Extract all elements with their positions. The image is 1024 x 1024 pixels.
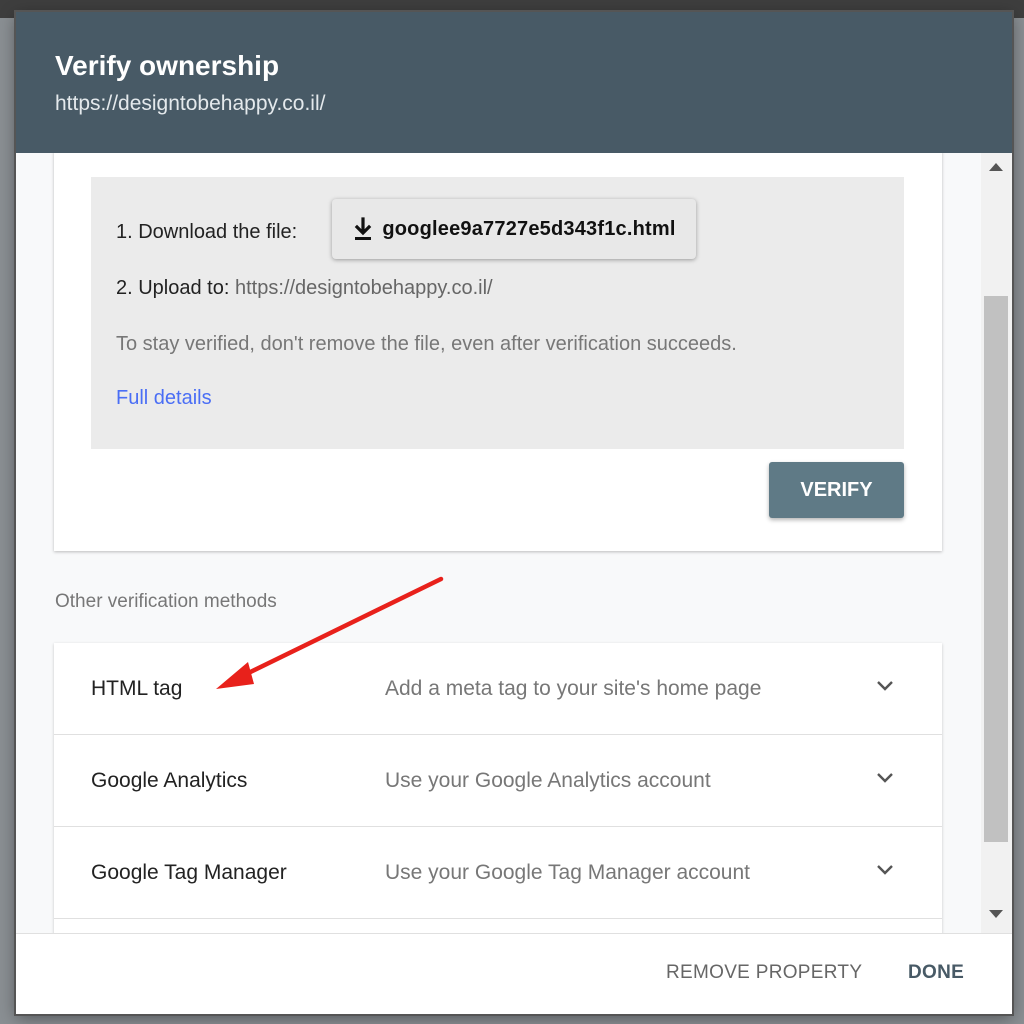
dialog-footer: REMOVE PROPERTY DONE bbox=[16, 933, 1012, 1014]
step-upload: 2. Upload to: https://designtobehappy.co… bbox=[116, 277, 493, 300]
method-description: Use your Google Analytics account bbox=[385, 769, 711, 792]
remove-property-button[interactable]: REMOVE PROPERTY bbox=[666, 962, 862, 984]
verify-ownership-dialog: Verify ownership https://designtobehappy… bbox=[16, 12, 1012, 1014]
download-file-name: googlee9a7727e5d343f1c.html bbox=[382, 217, 676, 240]
full-details-link[interactable]: Full details bbox=[116, 387, 212, 410]
method-html-tag[interactable]: HTML tag Add a meta tag to your site's h… bbox=[54, 643, 942, 735]
instructions-box: 1. Download the file: googlee9a7727e5d34… bbox=[91, 177, 904, 449]
other-methods-heading: Other verification methods bbox=[55, 591, 277, 612]
method-description: Use your Google Tag Manager account bbox=[385, 861, 750, 884]
method-google-analytics[interactable]: Google Analytics Use your Google Analyti… bbox=[54, 735, 942, 827]
step-upload-label: 2. Upload to: bbox=[116, 277, 230, 299]
step-upload-url: https://designtobehappy.co.il/ bbox=[234, 277, 493, 299]
step-download-label: 1. Download the file: bbox=[116, 221, 298, 243]
dialog-title: Verify ownership bbox=[55, 50, 280, 81]
method-google-tag-manager[interactable]: Google Tag Manager Use your Google Tag M… bbox=[54, 827, 942, 919]
chevron-down-icon[interactable] bbox=[876, 771, 894, 785]
download-file-button[interactable]: googlee9a7727e5d343f1c.html bbox=[332, 199, 696, 259]
done-button[interactable]: DONE bbox=[908, 962, 964, 984]
scroll-down-arrow-icon[interactable] bbox=[989, 910, 1003, 918]
html-file-method-card: 1. Download the file: googlee9a7727e5d34… bbox=[54, 153, 942, 551]
other-methods-list: HTML tag Add a meta tag to your site's h… bbox=[54, 643, 942, 933]
verify-button[interactable]: VERIFY bbox=[769, 462, 904, 518]
method-name: HTML tag bbox=[91, 677, 183, 700]
chevron-down-icon[interactable] bbox=[876, 863, 894, 877]
property-url: https://designtobehappy.co.il/ bbox=[55, 92, 326, 115]
method-name: Google Tag Manager bbox=[91, 861, 287, 884]
vertical-scrollbar[interactable] bbox=[981, 153, 1012, 933]
scroll-up-arrow-icon[interactable] bbox=[989, 163, 1003, 171]
scrollbar-thumb[interactable] bbox=[984, 296, 1008, 842]
dialog-header: Verify ownership https://designtobehappy… bbox=[16, 12, 1012, 153]
download-icon bbox=[355, 217, 372, 240]
dialog-content: 1. Download the file: googlee9a7727e5d34… bbox=[16, 153, 1012, 933]
stay-verified-note: To stay verified, don't remove the file,… bbox=[116, 333, 737, 355]
chevron-down-icon[interactable] bbox=[876, 679, 894, 693]
method-description: Add a meta tag to your site's home page bbox=[385, 677, 762, 700]
method-name: Google Analytics bbox=[91, 769, 248, 792]
method-partial-row[interactable] bbox=[54, 919, 942, 933]
